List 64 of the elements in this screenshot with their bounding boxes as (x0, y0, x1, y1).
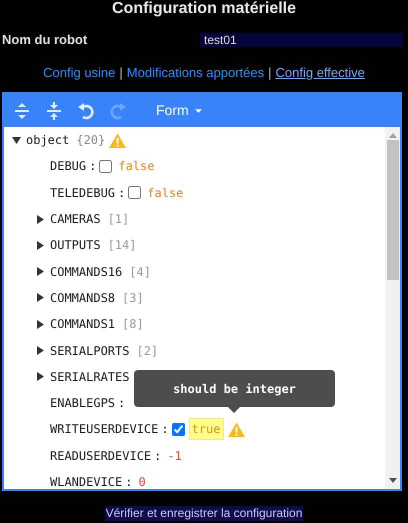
tree-key: COMMANDS8 (50, 288, 116, 307)
scroll-down-icon[interactable] (388, 478, 396, 483)
submit-button[interactable]: Vérifier et enregistrer la configuration (104, 506, 304, 521)
tree-key: WRITEUSERDEVICE (50, 420, 158, 438)
item-count: [4] (129, 264, 151, 281)
page-title: Configuration matérielle (110, 0, 298, 18)
item-count: [3] (122, 290, 144, 307)
tree-key: READUSERDEVICE (50, 446, 152, 465)
number-value[interactable]: -1 (167, 446, 182, 465)
colon: : (125, 474, 132, 489)
robot-name-field[interactable]: test01 (200, 32, 403, 47)
caret-icon (194, 108, 202, 112)
tree-key: DEBUG (50, 157, 86, 176)
tooltip-arrow (228, 407, 240, 413)
expand-toggle-icon[interactable] (36, 293, 44, 302)
tree-key: object (26, 131, 70, 150)
nav-link[interactable]: Modifications apportées (126, 64, 264, 80)
link-separator: | (268, 64, 272, 80)
tree-key: SERIALPORTS (50, 342, 130, 360)
scroll-thumb[interactable] (386, 140, 398, 280)
expand-toggle-icon[interactable] (36, 240, 44, 250)
expand-toggle-icon[interactable] (36, 214, 44, 224)
tree-key: ENABLEGPS (50, 394, 116, 412)
boolean-value[interactable]: false (116, 156, 156, 176)
link-separator: | (119, 64, 123, 80)
tree-key: WLANDEVICE (50, 473, 122, 489)
item-count: [1] (108, 211, 130, 228)
tree-key: SERIALRATES (50, 368, 130, 386)
redo-icon (109, 102, 127, 120)
expand-toggle-icon[interactable] (36, 267, 44, 276)
item-count: [14] (108, 237, 136, 254)
item-count: [2] (136, 342, 158, 360)
boolean-value[interactable]: true (188, 418, 224, 440)
checkbox[interactable] (99, 160, 112, 173)
number-value[interactable]: 0 (138, 473, 146, 489)
field-label: Nom du robot (2, 31, 88, 49)
tree-key: COMMANDS16 (50, 262, 122, 281)
boolean-value[interactable]: false (145, 182, 186, 203)
tree-key: TELEDEBUG (50, 184, 116, 202)
mode-dropdown[interactable]: Form (152, 98, 206, 123)
collapse-toggle-icon[interactable] (12, 136, 20, 145)
tree-key: COMMANDS1 (50, 315, 116, 334)
nav-link[interactable]: Config effective (276, 64, 365, 80)
scrollbar[interactable] (385, 127, 400, 489)
colon: : (161, 421, 169, 438)
expand-toggle-icon[interactable] (36, 372, 44, 382)
colon: : (118, 184, 126, 202)
nav-link[interactable]: Config usine (43, 64, 116, 80)
tree-key: CAMERAS (50, 210, 101, 228)
item-count: {20} (76, 132, 106, 150)
expand-toggle-icon[interactable] (36, 346, 44, 356)
undo-icon (77, 102, 95, 120)
expand-all-icon (13, 102, 31, 120)
colon: : (154, 448, 162, 465)
scroll-up-icon[interactable] (388, 133, 396, 138)
expand-toggle-icon[interactable] (36, 320, 44, 329)
colon: : (118, 395, 126, 412)
tree-key: OUTPUTS (50, 236, 101, 254)
colon: : (89, 158, 96, 176)
item-count: [8] (122, 316, 144, 334)
checkbox[interactable] (128, 186, 142, 200)
warning-icon (228, 422, 245, 437)
checkbox[interactable] (172, 422, 185, 436)
collapse-all-icon (45, 102, 63, 120)
